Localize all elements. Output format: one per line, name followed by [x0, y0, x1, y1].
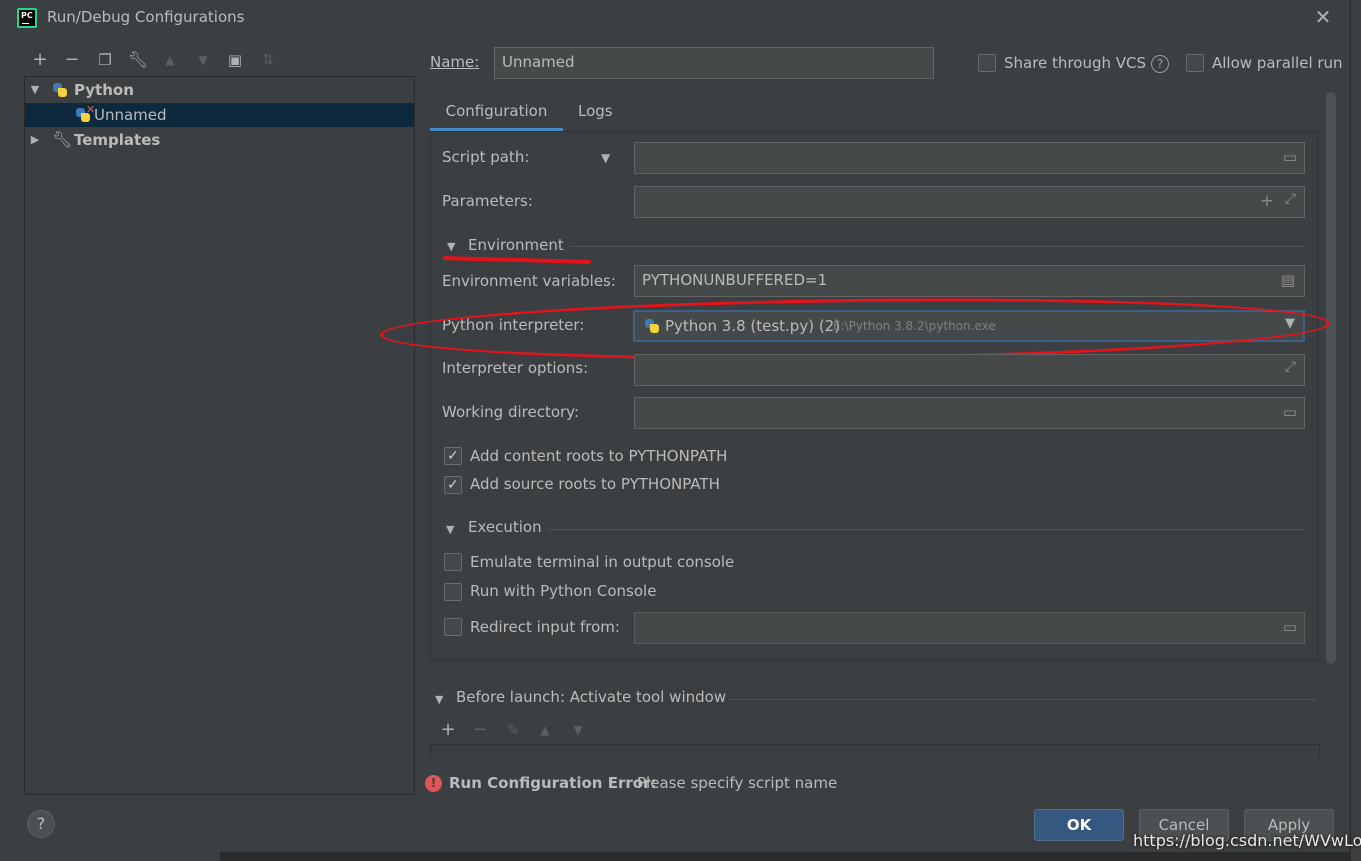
emulate-terminal-label: Emulate terminal in output console	[470, 553, 735, 571]
before-launch-title: Before launch: Activate tool window	[456, 688, 727, 706]
execution-collapse-icon[interactable]: ▼	[446, 523, 454, 536]
background-window-strip	[220, 852, 1361, 861]
tree-item-templates[interactable]: ▶ 🔧︎ Templates	[25, 128, 414, 152]
name-field[interactable]: Unnamed	[494, 47, 934, 79]
pycharm-app-icon: PC	[17, 8, 37, 28]
redirect-input-field[interactable]: ▭	[634, 612, 1305, 644]
add-icon[interactable]: +	[1260, 191, 1274, 211]
tab-logs[interactable]: Logs	[578, 99, 613, 131]
emulate-terminal-checkbox[interactable]	[444, 553, 462, 571]
interpreter-options-label: Interpreter options:	[442, 359, 589, 377]
close-icon[interactable]: ✕	[1312, 6, 1334, 28]
error-icon: !	[425, 775, 442, 792]
copy-icon[interactable]: ❐	[92, 46, 118, 74]
title-bar: PC Run/Debug Configurations ✕	[0, 0, 1361, 38]
script-path-label: Script path:	[442, 148, 530, 166]
env-vars-label: Environment variables:	[442, 272, 616, 290]
run-python-console-checkbox[interactable]	[444, 583, 462, 601]
remove-task-icon[interactable]: −	[467, 716, 493, 744]
help-button[interactable]: ?	[27, 810, 55, 838]
folder-icon[interactable]: ▭	[1283, 618, 1297, 636]
run-python-console-label: Run with Python Console	[470, 582, 657, 600]
configuration-tree: ▼ Python ✕ Unnamed ▶ 🔧︎ Templates	[24, 76, 415, 795]
ok-button[interactable]: OK	[1034, 809, 1124, 841]
working-dir-label: Working directory:	[442, 403, 580, 421]
move-up-icon[interactable]: ▲	[532, 716, 558, 744]
working-dir-field[interactable]: ▭	[634, 397, 1305, 429]
expand-icon[interactable]: ⤢	[1285, 191, 1296, 207]
watermark-text: https://blog.csdn.net/WVwLong	[1133, 831, 1361, 850]
tab-configuration[interactable]: Configuration	[430, 99, 563, 131]
allow-parallel-label: Allow parallel run	[1212, 54, 1343, 72]
error-message: Please specify script name	[637, 774, 838, 792]
collapse-icon[interactable]: ▼	[29, 78, 41, 102]
config-toolbar: + − ❐ 🔧︎ ▲ ▼ ▣ ⇅	[24, 46, 414, 74]
name-value: Unnamed	[502, 53, 575, 71]
env-vars-value: PYTHONUNBUFFERED=1	[642, 271, 828, 289]
environment-separator	[570, 246, 1305, 247]
add-source-roots-checkbox[interactable]: ✓	[444, 476, 462, 494]
redirect-input-checkbox[interactable]	[444, 618, 462, 636]
edit-document-icon[interactable]: ▤	[1281, 271, 1295, 289]
add-content-roots-label: Add content roots to PYTHONPATH	[470, 447, 728, 465]
interpreter-options-field[interactable]: ⤢	[634, 354, 1305, 386]
redirect-input-label: Redirect input from:	[470, 618, 620, 636]
expand-icon[interactable]: ⤢	[1285, 359, 1296, 375]
parameters-field[interactable]: + ⤢	[634, 186, 1305, 218]
folder-icon[interactable]: ▭	[1283, 148, 1297, 166]
error-title: Run Configuration Error:	[449, 774, 657, 792]
vertical-scrollbar[interactable]	[1326, 92, 1336, 664]
edit-task-icon[interactable]: ✎	[500, 716, 526, 744]
remove-icon[interactable]: −	[59, 46, 85, 74]
expand-icon[interactable]: ▶	[29, 128, 41, 152]
folder-icon[interactable]: ▭	[1283, 403, 1297, 421]
window-title: Run/Debug Configurations	[47, 8, 245, 26]
move-down-icon[interactable]: ▼	[565, 716, 591, 744]
environment-section-title: Environment	[468, 236, 564, 254]
tree-item-python[interactable]: ▼ Python	[25, 78, 414, 102]
add-icon[interactable]: +	[27, 46, 53, 74]
share-vcs-label: Share through VCS	[1004, 54, 1147, 72]
move-down-icon[interactable]: ▼	[190, 46, 216, 74]
tree-label-python: Python	[74, 81, 134, 99]
wrench-icon: 🔧︎	[52, 130, 73, 149]
sort-icon[interactable]: ⇅	[255, 46, 281, 74]
parameters-label: Parameters:	[442, 192, 533, 210]
new-folder-icon[interactable]: ▣	[222, 46, 248, 74]
execution-section-title: Execution	[468, 518, 542, 536]
script-path-field[interactable]: ▭	[634, 142, 1305, 174]
before-launch-collapse-icon[interactable]: ▼	[435, 693, 443, 706]
python-icon	[52, 82, 68, 98]
allow-parallel-checkbox[interactable]	[1186, 54, 1204, 72]
move-up-icon[interactable]: ▲	[157, 46, 183, 74]
add-task-icon[interactable]: +	[435, 716, 461, 744]
environment-collapse-icon[interactable]: ▼	[447, 240, 455, 253]
before-launch-separator	[728, 699, 1316, 700]
tree-label-templates: Templates	[74, 131, 161, 149]
background-window-edge	[1350, 0, 1361, 861]
name-label: Name:	[430, 53, 480, 71]
tree-item-unnamed[interactable]: ✕ Unnamed	[25, 103, 414, 127]
help-icon[interactable]: ?	[1151, 55, 1169, 73]
env-vars-field[interactable]: PYTHONUNBUFFERED=1 ▤	[634, 265, 1305, 297]
add-content-roots-checkbox[interactable]: ✓	[444, 447, 462, 465]
execution-separator	[547, 529, 1305, 530]
add-source-roots-label: Add source roots to PYTHONPATH	[470, 475, 720, 493]
tree-label-unnamed: Unnamed	[94, 106, 167, 124]
wrench-icon[interactable]: 🔧︎	[125, 46, 151, 74]
share-vcs-checkbox[interactable]	[978, 54, 996, 72]
script-type-dropdown-icon[interactable]: ▼	[601, 151, 610, 165]
before-launch-task-list	[430, 744, 1320, 758]
